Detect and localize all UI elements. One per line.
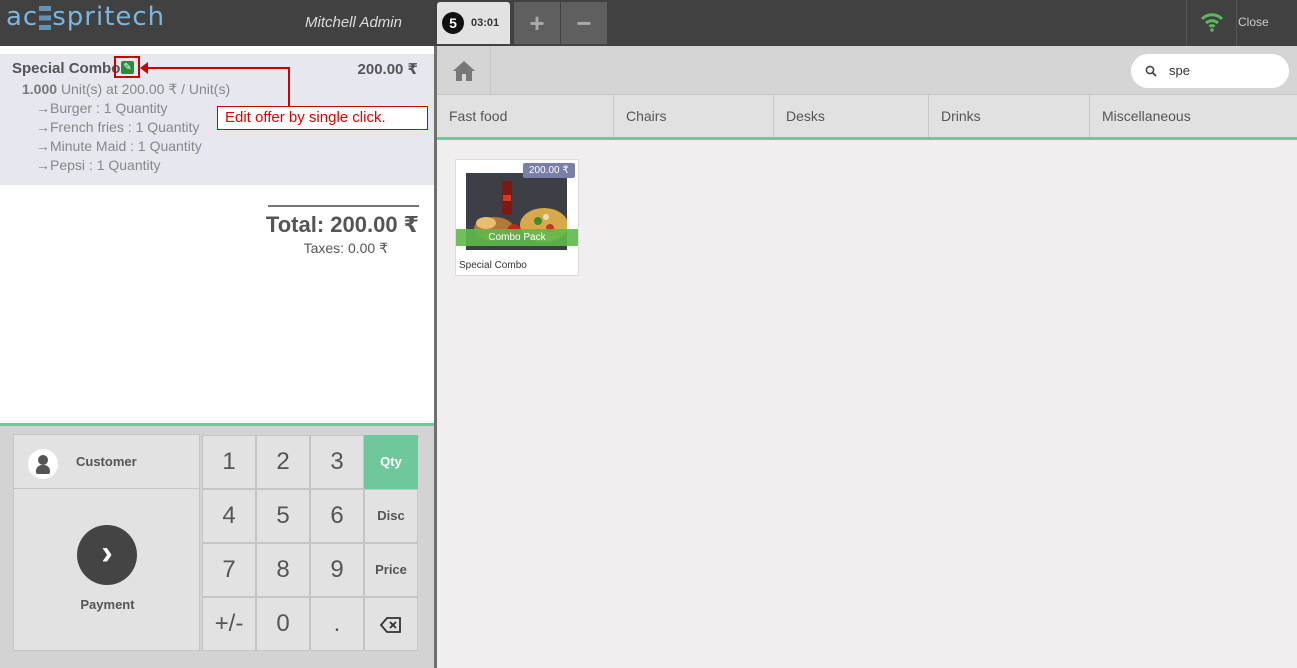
order-line[interactable]: Special Combo ✎ 200.00 ₹ 1.000 Unit(s) a… xyxy=(0,54,434,185)
category-bar: Fast food Chairs Desks Drinks Miscellane… xyxy=(437,95,1297,140)
home-icon xyxy=(453,61,475,81)
payment-label: Payment xyxy=(80,597,135,612)
order-panel: Special Combo ✎ 200.00 ₹ 1.000 Unit(s) a… xyxy=(0,46,434,668)
callout-line xyxy=(288,67,290,107)
orderline-price: 200.00 ₹ xyxy=(357,61,418,78)
numpad-key-8[interactable]: 8 xyxy=(256,543,310,597)
orderline-unit-info: Unit(s) at 200.00 ₹ / Unit(s) xyxy=(60,81,231,97)
numpad-key-7[interactable]: 7 xyxy=(202,543,256,597)
numpad-key-6[interactable]: 6 xyxy=(310,489,364,543)
total-divider xyxy=(268,205,419,207)
order-number-badge: 5 xyxy=(442,12,464,34)
numpad-key-0[interactable]: 0 xyxy=(256,597,310,651)
product-name: Special Combo xyxy=(459,260,527,271)
add-order-button[interactable]: + xyxy=(514,2,560,44)
numpad-key-5[interactable]: 5 xyxy=(256,489,310,543)
orderline-quantity: 1.000 xyxy=(22,81,58,97)
divider xyxy=(1236,0,1237,46)
mode-disc-button[interactable]: Disc xyxy=(364,489,418,543)
numpad-key-4[interactable]: 4 xyxy=(202,489,256,543)
chevron-right-icon: › xyxy=(77,525,137,585)
user-name: Mitchell Admin xyxy=(305,14,402,31)
category-fast-food[interactable]: Fast food xyxy=(437,95,614,137)
search-icon xyxy=(1145,65,1157,77)
category-drinks[interactable]: Drinks xyxy=(929,95,1090,137)
customer-label: Customer xyxy=(76,454,137,469)
control-pad: Customer › Payment 1 2 3 Qty 4 5 6 Disc … xyxy=(0,423,434,668)
order-tab[interactable]: 5 03:01 xyxy=(437,2,510,44)
close-button[interactable]: Close xyxy=(1238,15,1269,29)
numpad-key-1[interactable]: 1 xyxy=(202,435,256,489)
product-card[interactable]: 200.00 ₹ Combo Pack Special Combo xyxy=(455,159,579,276)
breadcrumb-bar: spe xyxy=(437,46,1297,95)
orderline-info: 1.000 Unit(s) at 200.00 ₹ / Unit(s) xyxy=(22,81,230,98)
product-price-tag: 200.00 ₹ xyxy=(523,163,575,178)
combo-item: →Pepsi : 1 Quantity xyxy=(36,157,161,173)
customer-button[interactable]: Customer xyxy=(13,434,200,489)
edit-offer-button[interactable]: ✎ xyxy=(114,56,140,78)
numpad-key-sign[interactable]: +/- xyxy=(202,597,256,651)
mode-price-button[interactable]: Price xyxy=(364,543,418,597)
numpad-key-3[interactable]: 3 xyxy=(310,435,364,489)
remove-order-button[interactable]: − xyxy=(561,2,607,44)
brand-logo: ac spritech xyxy=(6,2,166,32)
pencil-icon: ✎ xyxy=(121,61,134,74)
product-ribbon: Combo Pack xyxy=(456,229,578,246)
category-desks[interactable]: Desks xyxy=(774,95,929,137)
mode-qty-button[interactable]: Qty xyxy=(364,435,418,489)
numpad-key-2[interactable]: 2 xyxy=(256,435,310,489)
search-input[interactable]: spe xyxy=(1169,63,1190,78)
order-time: 03:01 xyxy=(471,17,500,29)
wifi-icon[interactable] xyxy=(1200,11,1224,33)
combo-item: →Burger : 1 Quantity xyxy=(36,100,168,116)
top-bar: ac spritech Mitchell Admin 5 03:01 + − Cl… xyxy=(0,0,1297,46)
category-chairs[interactable]: Chairs xyxy=(614,95,774,137)
numpad-key-9[interactable]: 9 xyxy=(310,543,364,597)
backspace-button[interactable] xyxy=(364,597,418,651)
home-button[interactable] xyxy=(437,46,491,95)
orderline-product: Special Combo xyxy=(12,60,121,77)
search-box[interactable]: spe xyxy=(1131,54,1289,88)
callout-line xyxy=(146,67,289,69)
order-taxes: Taxes: 0.00 ₹ xyxy=(303,240,388,256)
edit-offer-callout: Edit offer by single click. xyxy=(217,106,428,130)
category-miscellaneous[interactable]: Miscellaneous xyxy=(1090,95,1297,137)
numpad-key-decimal[interactable]: . xyxy=(310,597,364,651)
products-screen: spe Fast food Chairs Desks Drinks Miscel… xyxy=(437,46,1297,668)
user-icon xyxy=(28,449,58,479)
backspace-icon xyxy=(379,616,401,633)
combo-item: →Minute Maid : 1 Quantity xyxy=(36,138,202,154)
payment-button[interactable]: › Payment xyxy=(13,488,200,651)
order-total: Total: 200.00 ₹ xyxy=(265,212,419,237)
combo-item: →French fries : 1 Quantity xyxy=(36,119,200,135)
divider xyxy=(1186,0,1187,46)
